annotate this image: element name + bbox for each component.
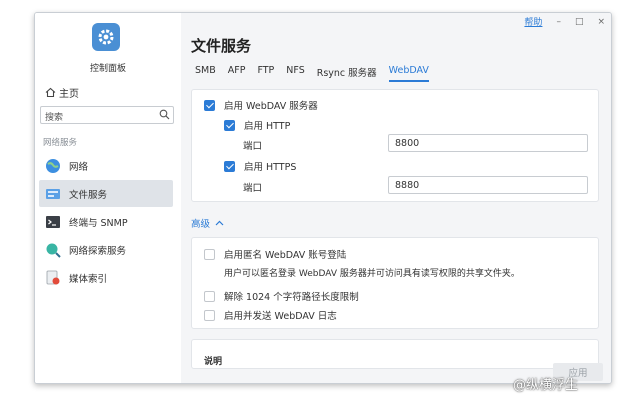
help-link[interactable]: 帮助 bbox=[524, 15, 542, 28]
service-tabs: SMB AFP FTP NFS Rsync 服务器 WebDAV bbox=[195, 65, 429, 82]
enable-https-checkbox[interactable] bbox=[224, 160, 235, 172]
https-port-input[interactable]: 8880 bbox=[388, 176, 588, 194]
window-controls: 帮助 – □ × bbox=[524, 15, 605, 29]
search-input[interactable]: 搜索 bbox=[40, 106, 174, 124]
webdav-log-label: 启用并发送 WebDAV 日志 bbox=[224, 311, 337, 322]
app-title: 控制面板 bbox=[89, 64, 126, 74]
enable-webdav-option[interactable]: 启用 WebDAV 服务器 bbox=[204, 98, 318, 112]
network-discovery-icon bbox=[46, 243, 61, 258]
tab-smb[interactable]: SMB bbox=[195, 65, 216, 82]
search-icon bbox=[159, 109, 170, 120]
main-panel: 帮助 – □ × 文件服务 SMB AFP FTP NFS Rsync 服务器 … bbox=[181, 13, 611, 383]
close-button[interactable]: × bbox=[597, 17, 605, 27]
sidebar-item-label: 网络 bbox=[69, 161, 89, 173]
tab-rsync[interactable]: Rsync 服务器 bbox=[317, 65, 377, 82]
http-port-input[interactable]: 8800 bbox=[388, 134, 588, 152]
anonymous-login-option[interactable]: 启用匿名 WebDAV 账号登陆 bbox=[204, 247, 346, 261]
anonymous-login-checkbox[interactable] bbox=[204, 248, 215, 260]
maximize-button[interactable]: □ bbox=[575, 17, 584, 27]
path-limit-option[interactable]: 解除 1024 个字符路径长度限制 bbox=[204, 289, 359, 303]
sidebar-item-label: 终端与 SNMP bbox=[69, 217, 128, 229]
sidebar-item-file-services[interactable]: 文件服务 bbox=[39, 180, 173, 207]
control-panel-window: 控制面板 主页 搜索 网络服务 网络 文件服务 终端与 SNMP 网络探索服务 … bbox=[34, 12, 612, 384]
tab-webdav[interactable]: WebDAV bbox=[388, 65, 429, 82]
globe-icon bbox=[46, 158, 60, 173]
enable-webdav-checkbox[interactable] bbox=[204, 99, 215, 111]
advanced-settings-card: 启用匿名 WebDAV 账号登陆 用户可以匿名登录 WebDAV 服务器并可访问… bbox=[191, 237, 599, 329]
home-link[interactable]: 主页 bbox=[45, 85, 79, 100]
sidebar-item-network[interactable]: 网络 bbox=[39, 152, 173, 179]
notes-card-title: 说明 bbox=[204, 357, 223, 367]
https-port-label: 端口 bbox=[243, 183, 263, 194]
http-port-label: 端口 bbox=[243, 141, 263, 152]
media-index-icon bbox=[46, 270, 60, 284]
notes-card: 说明 bbox=[191, 339, 599, 369]
advanced-toggle[interactable]: 高级 bbox=[191, 216, 224, 230]
sidebar-item-label: 文件服务 bbox=[69, 189, 108, 201]
sidebar-item-label: 网络探索服务 bbox=[69, 245, 127, 257]
sidebar-item-terminal-snmp[interactable]: 终端与 SNMP bbox=[39, 208, 173, 235]
tab-ftp[interactable]: FTP bbox=[257, 65, 274, 82]
chevron-up-icon bbox=[215, 220, 224, 226]
enable-https-option[interactable]: 启用 HTTPS bbox=[224, 159, 296, 173]
enable-http-option[interactable]: 启用 HTTP bbox=[224, 118, 290, 132]
webdav-log-option[interactable]: 启用并发送 WebDAV 日志 bbox=[204, 308, 337, 322]
home-label: 主页 bbox=[59, 89, 79, 100]
enable-webdav-label: 启用 WebDAV 服务器 bbox=[224, 101, 318, 112]
sidebar-item-label: 媒体索引 bbox=[69, 273, 108, 285]
sidebar: 控制面板 主页 搜索 网络服务 网络 文件服务 终端与 SNMP 网络探索服务 … bbox=[35, 13, 181, 383]
file-services-icon bbox=[46, 188, 60, 199]
gear-icon bbox=[98, 29, 114, 45]
path-limit-label: 解除 1024 个字符路径长度限制 bbox=[224, 292, 359, 303]
sidebar-group-label: 网络服务 bbox=[43, 138, 78, 148]
enable-http-label: 启用 HTTP bbox=[244, 121, 291, 132]
enable-https-label: 启用 HTTPS bbox=[244, 162, 297, 173]
sidebar-item-network-discovery[interactable]: 网络探索服务 bbox=[39, 236, 173, 263]
home-icon bbox=[45, 87, 56, 98]
terminal-icon bbox=[46, 215, 60, 228]
sidebar-item-media-index[interactable]: 媒体索引 bbox=[39, 264, 173, 291]
anonymous-login-description: 用户可以匿名登录 WebDAV 服务器并可访问具有读写权限的共享文件夹。 bbox=[224, 269, 520, 279]
page-title: 文件服务 bbox=[191, 37, 252, 55]
search-placeholder: 搜索 bbox=[45, 113, 64, 123]
tab-afp[interactable]: AFP bbox=[228, 65, 246, 82]
webdav-log-checkbox[interactable] bbox=[204, 309, 215, 321]
minimize-button[interactable]: – bbox=[556, 17, 561, 27]
control-panel-app-icon bbox=[92, 23, 120, 51]
watermark: @纵横浮生 bbox=[513, 378, 579, 393]
tab-nfs[interactable]: NFS bbox=[286, 65, 304, 82]
enable-http-checkbox[interactable] bbox=[224, 119, 235, 131]
webdav-settings-card: 启用 WebDAV 服务器 启用 HTTP 端口 8800 启用 HTTPS 端… bbox=[191, 89, 599, 202]
anonymous-login-label: 启用匿名 WebDAV 账号登陆 bbox=[224, 250, 347, 261]
path-limit-checkbox[interactable] bbox=[204, 290, 215, 302]
advanced-label: 高级 bbox=[191, 219, 211, 230]
